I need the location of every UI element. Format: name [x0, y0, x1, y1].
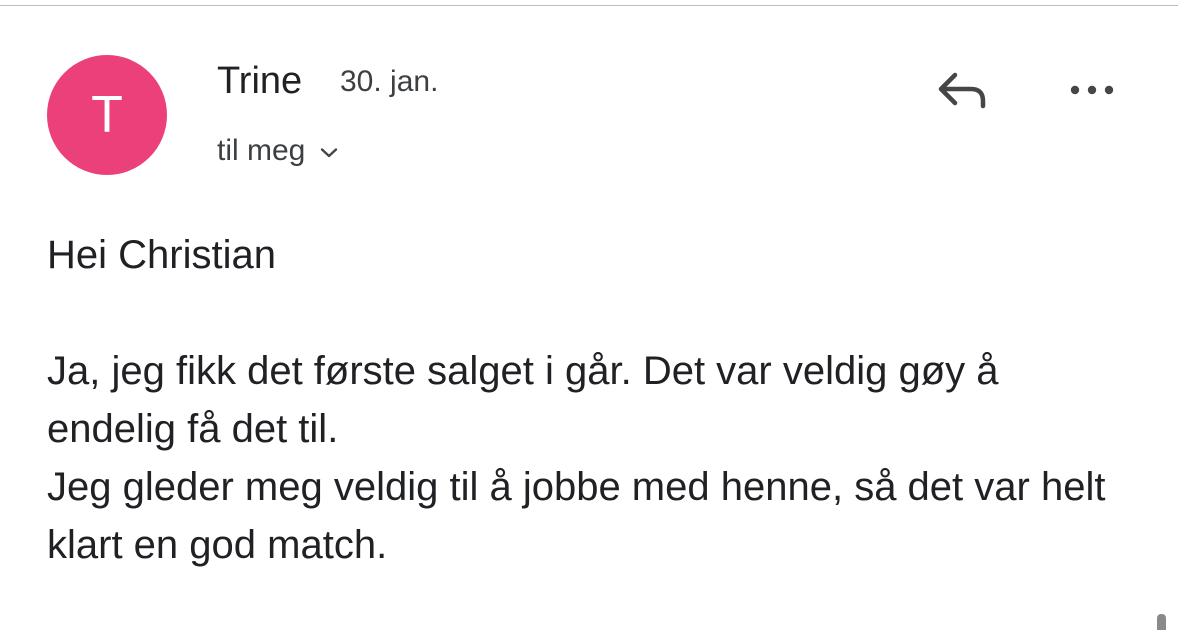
avatar[interactable]: T: [47, 55, 167, 175]
reply-button[interactable]: [926, 64, 998, 120]
top-divider: [0, 0, 1178, 6]
message-date: 30. jan.: [340, 65, 439, 98]
reply-icon: [933, 70, 991, 115]
message-greeting: Hei Christian: [47, 233, 276, 277]
sender-name[interactable]: Trine: [217, 58, 302, 104]
recipient-label: til meg: [217, 134, 306, 167]
message-line: Ja, jeg fikk det første salget i går. De…: [47, 349, 999, 451]
message-line: Jeg gleder meg veldig til å jobbe med he…: [47, 465, 1106, 567]
more-horizontal-icon: [1068, 83, 1116, 101]
more-options-button[interactable]: [1060, 68, 1124, 116]
recipient-details-toggle[interactable]: til meg: [217, 131, 338, 171]
message-body: Hei Christian Ja, jeg fikk det første sa…: [47, 226, 1137, 574]
scrollbar-thumb[interactable]: [1157, 614, 1166, 630]
chevron-down-icon: [320, 147, 338, 159]
